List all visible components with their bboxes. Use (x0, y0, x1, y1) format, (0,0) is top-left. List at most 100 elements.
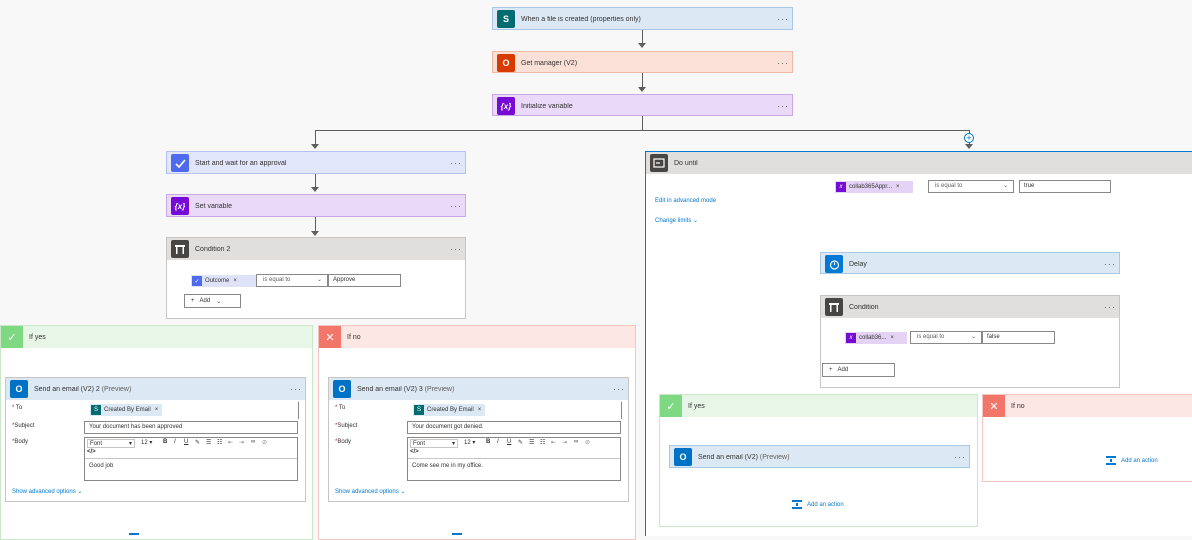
loop-icon (650, 154, 668, 172)
condition-variable-token[interactable]: x collab36... × (845, 332, 907, 344)
more-options-icon[interactable]: ··· (774, 101, 792, 111)
change-limits-link[interactable]: Change limits ⌄ (655, 217, 698, 224)
font-dropdown[interactable]: Font ▾ (410, 439, 458, 448)
more-options-icon[interactable]: ··· (1101, 302, 1119, 312)
highlight-icon[interactable]: ✎ (518, 439, 523, 446)
token-label: Outcome (205, 278, 230, 284)
remove-token-icon[interactable]: × (233, 278, 237, 284)
subject-label-text: Subject (14, 423, 35, 429)
remove-token-icon[interactable]: × (896, 184, 900, 190)
numbered-list-icon[interactable]: ☷ (217, 439, 222, 446)
to-field[interactable]: S Created By Email × (407, 402, 622, 419)
code-view-icon[interactable]: </> (410, 449, 419, 455)
operator-dropdown[interactable]: is equal to ⌄ (928, 180, 1014, 193)
condition-value-input[interactable]: false (982, 331, 1055, 344)
if-yes-branch: ✓ If yes O Send an email (V2) (Preview) … (659, 394, 978, 527)
outcome-token[interactable]: ✓ Outcome × (191, 275, 257, 287)
more-options-icon[interactable]: ··· (447, 158, 465, 168)
trigger-card[interactable]: S When a file is created (properties onl… (492, 7, 793, 30)
connector (315, 130, 316, 144)
subject-input[interactable]: Your document has been approved (84, 421, 298, 434)
do-until-value-input[interactable]: true (1019, 180, 1111, 193)
decrease-indent-icon[interactable]: ⇤ (551, 439, 556, 446)
italic-icon[interactable]: I (497, 439, 499, 445)
more-options-icon[interactable]: ··· (287, 384, 305, 394)
remove-token-icon[interactable]: × (478, 407, 482, 413)
more-options-icon[interactable]: ··· (610, 384, 628, 394)
more-options-icon[interactable]: ··· (951, 452, 969, 462)
numbered-list-icon[interactable]: ☷ (540, 439, 545, 446)
font-dropdown[interactable]: Font ▾ (87, 439, 135, 448)
variable-icon: {x} (497, 97, 515, 115)
add-button[interactable]: + Add (822, 363, 895, 377)
operator-dropdown[interactable]: is equal to ⌄ (910, 331, 982, 344)
increase-indent-icon[interactable]: ⇥ (562, 439, 567, 446)
link-icon[interactable]: ∞ (574, 439, 578, 445)
initialize-variable-card[interactable]: {x} Initialize variable ··· (492, 94, 793, 116)
more-options-icon[interactable]: ··· (447, 201, 465, 211)
bullet-list-icon[interactable]: ☰ (206, 439, 211, 446)
close-icon: ✕ (983, 395, 1005, 417)
insert-step-icon[interactable]: + (964, 133, 974, 143)
set-variable-card[interactable]: {x} Set variable ··· (166, 194, 466, 217)
body-label-text: Body (337, 439, 352, 445)
to-field[interactable]: S Created By Email × (84, 402, 299, 419)
add-an-action-button[interactable]: Add an action (792, 500, 844, 509)
edit-advanced-mode-link[interactable]: Edit in advanced mode (655, 198, 716, 204)
body-editor[interactable]: Font ▾ 12 ▾ B I U ✎ ☰ ☷ ⇤ ⇥ ∞ ⊘ </> Come … (407, 437, 621, 481)
link-icon[interactable]: ∞ (251, 439, 255, 445)
connector (642, 29, 643, 43)
send-email-title: Send an email (V2) 3 (Preview) (357, 386, 610, 393)
add-an-action-button[interactable]: Add an action (1106, 456, 1158, 465)
add-button[interactable]: + Add ⌄ (184, 294, 241, 308)
underline-icon[interactable]: U (184, 439, 188, 445)
operator-dropdown[interactable]: is equal to ⌄ (256, 274, 328, 287)
condition-value-input[interactable]: Approve (328, 274, 401, 287)
font-size-dropdown[interactable]: 12 ▾ (141, 439, 152, 446)
more-options-icon[interactable]: ··· (774, 14, 792, 24)
body-editor[interactable]: Font ▾ 12 ▾ B I U ✎ ☰ ☷ ⇤ ⇥ ∞ ⊘ </> Good … (84, 437, 298, 481)
created-by-email-token[interactable]: S Created By Email × (90, 404, 163, 416)
show-advanced-options-link[interactable]: Show advanced options ⌄ (12, 488, 82, 495)
send-email-3-card[interactable]: O Send an email (V2) 3 (Preview) ··· * T… (328, 377, 629, 502)
increase-indent-icon[interactable]: ⇥ (239, 439, 244, 446)
add-label: Add (837, 367, 849, 373)
remove-token-icon[interactable]: × (890, 335, 894, 341)
get-manager-card[interactable]: O Get manager (V2) ··· (492, 51, 793, 73)
body-label: *Body (12, 439, 29, 445)
add-action-label: Add an action (1121, 457, 1158, 464)
subject-input[interactable]: Your document got denied. (407, 421, 621, 434)
condition-title: Condition (849, 303, 879, 311)
timer-icon (825, 255, 843, 273)
do-until-card[interactable]: Do until x collab365Appr... × is equal t… (645, 151, 1192, 536)
unlink-icon[interactable]: ⊘ (262, 439, 267, 446)
email-action-title: Send an email (V2) 3 (357, 385, 423, 393)
approval-card[interactable]: Start and wait for an approval ··· (166, 151, 466, 174)
condition-card[interactable]: Condition ··· x collab36... × is equal t… (820, 295, 1120, 388)
more-options-icon[interactable]: ··· (1101, 259, 1119, 269)
highlight-icon[interactable]: ✎ (195, 439, 200, 446)
delay-card[interactable]: Delay ··· (820, 252, 1120, 274)
loop-variable-token[interactable]: x collab365Appr... × (835, 181, 913, 193)
show-advanced-options-link[interactable]: Show advanced options ⌄ (335, 488, 405, 495)
remove-token-icon[interactable]: × (155, 407, 159, 413)
italic-icon[interactable]: I (174, 439, 176, 445)
unlink-icon[interactable]: ⊘ (585, 439, 590, 446)
condition-2-card[interactable]: Condition 2 ··· ✓ Outcome × is equal to … (166, 237, 466, 319)
font-size-value: 12 (464, 440, 471, 446)
bold-icon[interactable]: B (163, 439, 167, 445)
send-email-card[interactable]: O Send an email (V2) (Preview) ··· (669, 445, 970, 468)
branch-label: If no (347, 333, 361, 341)
bold-icon[interactable]: B (486, 439, 490, 445)
plus-icon: + (829, 367, 833, 373)
bullet-list-icon[interactable]: ☰ (529, 439, 534, 446)
code-view-icon[interactable]: </> (87, 449, 96, 455)
created-by-email-token[interactable]: S Created By Email × (413, 404, 486, 416)
underline-icon[interactable]: U (507, 439, 511, 445)
more-options-icon[interactable]: ··· (774, 58, 792, 68)
add-action-icon (1106, 456, 1116, 465)
font-size-dropdown[interactable]: 12 ▾ (464, 439, 475, 446)
decrease-indent-icon[interactable]: ⇤ (228, 439, 233, 446)
more-options-icon[interactable]: ··· (447, 244, 465, 254)
send-email-2-card[interactable]: O Send an email (V2) 2 (Preview) ··· * T… (5, 377, 306, 502)
